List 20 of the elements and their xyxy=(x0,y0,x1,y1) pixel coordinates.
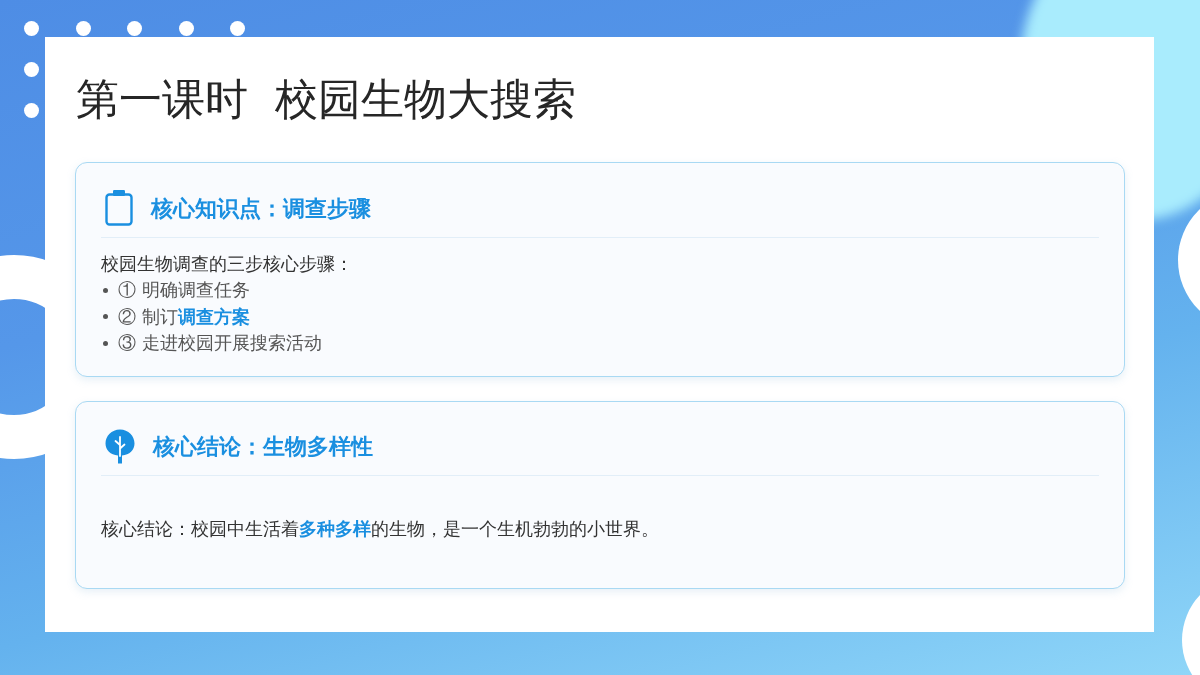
dot-icon xyxy=(230,21,245,36)
step-item: ② 制订调查方案 xyxy=(118,304,250,329)
step-item: ① 明确调查任务 xyxy=(118,278,250,302)
dot-icon xyxy=(75,21,91,36)
step-item: ③ 走进校园开展搜索活动 xyxy=(118,331,322,355)
slide-title: 第一课时 校园生物大搜索 xyxy=(76,74,577,124)
tree-icon xyxy=(105,428,135,464)
clipboard-icon xyxy=(105,190,133,226)
dot-icon xyxy=(178,21,194,36)
dot-icon xyxy=(24,103,39,118)
dot-icon xyxy=(127,21,142,36)
card-heading: 核心知识点：调查步骤 xyxy=(151,194,371,223)
dot-icon xyxy=(24,21,39,36)
card-heading: 核心结论：生物多样性 xyxy=(153,432,373,461)
intro-text: 校园生物调查的三步核心步骤： xyxy=(101,252,353,276)
dot-icon xyxy=(24,62,39,77)
bullet-icon xyxy=(103,340,108,346)
bullet-icon xyxy=(103,287,108,293)
bullet-icon xyxy=(103,314,108,320)
conclusion-text: 核心结论：校园中生活着多种多样的生物，是一个生机勃勃的小世界。 xyxy=(101,516,659,541)
